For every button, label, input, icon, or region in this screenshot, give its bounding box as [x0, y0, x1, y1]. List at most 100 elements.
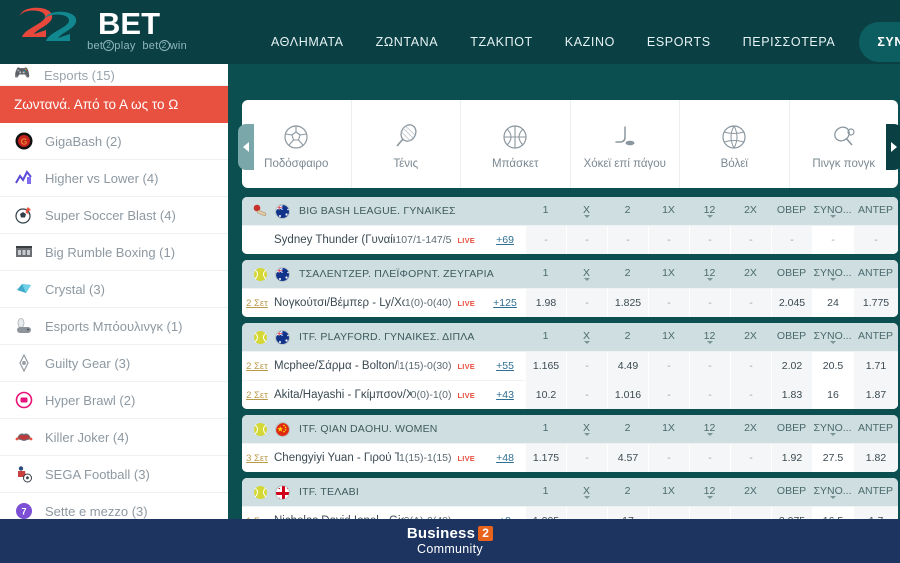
- market-column-over[interactable]: ΟΒΕΡ: [771, 330, 812, 344]
- market-column-1[interactable]: 1: [525, 204, 566, 218]
- sidebar-item-higher-vs-lower[interactable]: Higher vs Lower (4): [0, 160, 228, 197]
- market-column-1x[interactable]: 1X: [648, 204, 689, 218]
- market-column-2[interactable]: 2: [607, 204, 648, 218]
- market-column-2x[interactable]: 2X: [730, 422, 771, 436]
- sport-tab-football[interactable]: Ποδόσφαιρο: [242, 100, 352, 188]
- sport-tab-ice-hockey[interactable]: Χόκεϊ επί πάγου: [571, 100, 680, 188]
- odd-cell-under[interactable]: 1.775: [853, 288, 898, 317]
- odd-cell-total[interactable]: 16: [812, 380, 853, 409]
- market-column-under[interactable]: ΑΝΤΕΡ: [853, 267, 898, 281]
- group-header[interactable]: ITF. ΤΕΛΑΒΙ 1 X 2 1X 12 2X ΟΒΕΡ ΣΥΝΟ... …: [242, 478, 898, 506]
- odd-cell-under[interactable]: -: [853, 225, 898, 254]
- odd-cell-over[interactable]: 2.02: [771, 351, 812, 381]
- market-column-total[interactable]: ΣΥΝΟ...: [812, 485, 853, 499]
- sidebar-section-header[interactable]: Ζωντανά. Από το Α ως το Ω: [0, 86, 228, 123]
- odd-cell-over[interactable]: 1.92: [771, 443, 812, 472]
- odd-cell-1[interactable]: -: [525, 225, 566, 254]
- odd-cell-2[interactable]: 4.57: [607, 443, 648, 472]
- odd-cell-1x[interactable]: -: [648, 225, 689, 254]
- match-name[interactable]: Sydney Thunder (Γυναίκες) - Me...: [272, 234, 395, 246]
- market-column-x[interactable]: X: [566, 267, 607, 281]
- match-row[interactable]: 2 Σετ Νογκούτσι/Βέμπερ - Ly/Χονγκ 1(0)-0…: [242, 288, 898, 317]
- market-column-1[interactable]: 1: [525, 267, 566, 281]
- more-markets-link[interactable]: +48: [485, 452, 525, 464]
- match-name[interactable]: Chengyiyi Yuan - Γιρού Τσεν: [272, 452, 399, 464]
- market-column-12[interactable]: 12: [689, 267, 730, 281]
- sport-tab-basketball[interactable]: Μπάσκετ: [461, 100, 571, 188]
- match-row[interactable]: 2 Σετ Mcphee/Σάρμα - Bolton/Horvit 1(15)…: [242, 351, 898, 381]
- sidebar-item-crystal[interactable]: Crystal (3): [0, 271, 228, 308]
- odd-cell-x[interactable]: -: [566, 225, 607, 254]
- market-column-1[interactable]: 1: [525, 330, 566, 344]
- match-row[interactable]: 2 Σετ Akita/Hayashi - Γκίμπσον/Χον 0(0)-…: [242, 380, 898, 409]
- odd-cell-under[interactable]: 1.7: [853, 506, 898, 519]
- market-column-under[interactable]: ΑΝΤΕΡ: [853, 422, 898, 436]
- odd-cell-over[interactable]: 1.83: [771, 380, 812, 409]
- match-set[interactable]: 2 Σετ: [242, 298, 272, 309]
- carousel-prev-button[interactable]: [238, 124, 254, 170]
- sidebar-item-sette-e-mezzo[interactable]: 7 Sette e mezzo (3): [0, 493, 228, 519]
- market-column-2[interactable]: 2: [607, 422, 648, 436]
- market-column-x[interactable]: X: [566, 485, 607, 499]
- odd-cell-x[interactable]: -: [566, 351, 607, 381]
- odd-cell-1[interactable]: 1.175: [525, 443, 566, 472]
- nav-casino[interactable]: ΚΑΖΙΝΟ: [549, 25, 631, 59]
- market-column-1x[interactable]: 1X: [648, 330, 689, 344]
- match-row[interactable]: 3 Σετ Chengyiyi Yuan - Γιρού Τσεν 1(15)-…: [242, 443, 898, 472]
- match-set[interactable]: 2 Σετ: [242, 361, 272, 372]
- odd-cell-x[interactable]: -: [566, 288, 607, 317]
- sidebar-item-esports-bowling[interactable]: Esports Μπόουλινγκ (1): [0, 308, 228, 345]
- market-column-1x[interactable]: 1X: [648, 267, 689, 281]
- more-markets-link[interactable]: +69: [485, 234, 525, 246]
- market-column-2x[interactable]: 2X: [730, 204, 771, 218]
- market-column-12[interactable]: 12: [689, 485, 730, 499]
- odd-cell-12[interactable]: -: [689, 351, 730, 381]
- odd-cell-2[interactable]: 1.825: [607, 288, 648, 317]
- market-column-2x[interactable]: 2X: [730, 330, 771, 344]
- odd-cell-1x[interactable]: -: [648, 288, 689, 317]
- odd-cell-2x[interactable]: -: [730, 443, 771, 472]
- group-header[interactable]: ITF. QIAN DAOHU. WOMEN 1 X 2 1X 12 2X ΟΒ…: [242, 415, 898, 443]
- sidebar-item-big-rumble-boxing[interactable]: Big Rumble Boxing (1): [0, 234, 228, 271]
- odd-cell-2x[interactable]: -: [730, 351, 771, 381]
- odd-cell-total[interactable]: 24: [812, 288, 853, 317]
- odd-cell-total[interactable]: 20.5: [812, 351, 853, 381]
- group-header[interactable]: BIG BASH LEAGUE. ΓΥΝΑΙΚΕΣ 1 X 2 1X 12 2X…: [242, 197, 898, 225]
- market-column-x[interactable]: X: [566, 422, 607, 436]
- sidebar-item-killer-joker[interactable]: Killer Joker (4): [0, 419, 228, 456]
- market-column-2[interactable]: 2: [607, 485, 648, 499]
- market-column-2x[interactable]: 2X: [730, 267, 771, 281]
- nav-more[interactable]: ΠΕΡΙΣΣΟΤΕΡΑ: [727, 25, 852, 59]
- nav-esports[interactable]: ESPORTS: [631, 25, 727, 59]
- sidebar-item-super-soccer-blast[interactable]: Super Soccer Blast (4): [0, 197, 228, 234]
- odd-cell-2x[interactable]: -: [730, 380, 771, 409]
- market-column-x[interactable]: X: [566, 204, 607, 218]
- odd-cell-2x[interactable]: -: [730, 506, 771, 519]
- match-set[interactable]: 1 Σετ: [242, 516, 272, 520]
- odd-cell-2[interactable]: 1.016: [607, 380, 648, 409]
- market-column-12[interactable]: 12: [689, 422, 730, 436]
- odd-cell-1[interactable]: 10.2: [525, 380, 566, 409]
- sidebar-item-guilty-gear[interactable]: Guilty Gear (3): [0, 345, 228, 382]
- market-column-total[interactable]: ΣΥΝΟ...: [812, 204, 853, 218]
- nav-live[interactable]: ΖΩΝΤΑΝΑ: [360, 25, 455, 59]
- market-column-12[interactable]: 12: [689, 330, 730, 344]
- more-markets-link[interactable]: +55: [485, 360, 525, 372]
- market-column-x[interactable]: X: [566, 330, 607, 344]
- odd-cell-2[interactable]: 4.49: [607, 351, 648, 381]
- market-column-over[interactable]: ΟΒΕΡ: [771, 204, 812, 218]
- market-column-2[interactable]: 2: [607, 267, 648, 281]
- site-logo[interactable]: BET bet 2 play bet 2 win: [14, 6, 189, 60]
- odd-cell-1x[interactable]: -: [648, 380, 689, 409]
- market-column-1x[interactable]: 1X: [648, 485, 689, 499]
- sidebar-item-sega-football[interactable]: SEGA Football (3): [0, 456, 228, 493]
- more-markets-link[interactable]: +8: [485, 515, 525, 519]
- market-column-over[interactable]: ΟΒΕΡ: [771, 422, 812, 436]
- match-set[interactable]: 2 Σετ: [242, 390, 272, 401]
- match-row[interactable]: 1 Σετ Nicholas David Ionel - Giorgi ... …: [242, 506, 898, 519]
- group-header[interactable]: ΤΣΑΛΕΝΤΖΕΡ. ΠΛΕΪΦΟΡΝΤ. ΖΕΥΓΑΡΙΑ 1 X 2 1X…: [242, 260, 898, 288]
- odd-cell-total[interactable]: 27.5: [812, 443, 853, 472]
- more-markets-link[interactable]: +43: [485, 389, 525, 401]
- odd-cell-over[interactable]: -: [771, 225, 812, 254]
- odd-cell-total[interactable]: -: [812, 225, 853, 254]
